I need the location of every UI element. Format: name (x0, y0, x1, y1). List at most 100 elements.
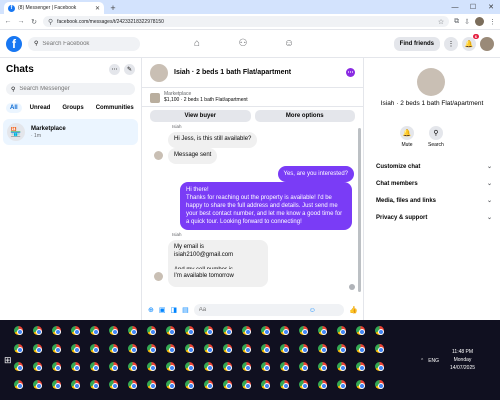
desktop-app-icon[interactable] (204, 344, 213, 353)
desktop-app-icon[interactable] (90, 344, 99, 353)
url-text[interactable]: facebook.com/messages/t/2423321832297815… (57, 19, 434, 25)
message-bubble-received[interactable]: Hi Jess, is this still available? (168, 132, 258, 148)
desktop-app-icon[interactable] (71, 362, 80, 371)
desktop-app-icon[interactable] (185, 380, 194, 389)
desktop-app-icon[interactable] (299, 326, 308, 335)
desktop-app-icon[interactable] (375, 362, 384, 371)
gif-icon[interactable]: ▤ (182, 306, 189, 314)
message-input-wrapper[interactable]: ☺ (193, 304, 345, 316)
desktop-app-icon[interactable] (375, 326, 384, 335)
desktop-app-icon[interactable] (318, 380, 327, 389)
desktop-app-icon[interactable] (52, 326, 61, 335)
messenger-search[interactable]: ⚲ (6, 83, 135, 95)
message-bubble-sent[interactable]: Yes, are you interested? (277, 166, 354, 183)
desktop-app-icon[interactable] (204, 326, 213, 335)
maximize-icon[interactable]: ☐ (464, 0, 482, 14)
plus-circle-icon[interactable]: ⊕ (148, 306, 154, 314)
desktop-app-icon[interactable] (318, 362, 327, 371)
bell-icon[interactable]: 🔔 (400, 126, 414, 140)
new-tab-button[interactable]: + (107, 2, 119, 14)
desktop-app-icon[interactable] (223, 362, 232, 371)
chat-members-row[interactable]: Chat members ⌄ (376, 175, 492, 192)
desktop-app-icon[interactable] (14, 380, 23, 389)
message-input[interactable] (198, 307, 309, 313)
desktop-app-icon[interactable] (280, 326, 289, 335)
desktop-app-icon[interactable] (71, 326, 80, 335)
account-avatar[interactable] (480, 36, 494, 51)
desktop-app-icon[interactable] (185, 362, 194, 371)
bookmark-star-icon[interactable]: ☆ (438, 18, 444, 26)
desktop-app-icon[interactable] (90, 362, 99, 371)
privacy-support-row[interactable]: Privacy & support ⌄ (376, 209, 492, 226)
desktop-app-icon[interactable] (242, 344, 251, 353)
desktop-app-icon[interactable] (356, 326, 365, 335)
download-icon[interactable]: ⇩ (464, 18, 470, 26)
chat-list-item[interactable]: 🏪 Marketplace · 1m (3, 119, 138, 145)
desktop-app-icon[interactable] (375, 344, 384, 353)
extensions-icon[interactable]: ⧉ (454, 18, 459, 26)
message-scrollbar[interactable] (358, 128, 361, 292)
desktop-app-icon[interactable] (337, 362, 346, 371)
chevron-up-icon[interactable]: ⌃ (420, 358, 424, 364)
facebook-search-input[interactable] (42, 40, 133, 47)
messenger-search-input[interactable] (19, 86, 120, 92)
search-icon[interactable]: ⚲ (428, 126, 443, 140)
windows-start-icon[interactable]: ⊞ (4, 355, 12, 366)
desktop-app-icon[interactable] (375, 380, 384, 389)
desktop-app-icon[interactable] (33, 326, 42, 335)
browser-menu-icon[interactable]: ⋮ (489, 18, 496, 26)
more-options-button[interactable]: More options (254, 110, 355, 122)
desktop-app-icon[interactable] (147, 380, 156, 389)
desktop-app-icon[interactable] (318, 344, 327, 353)
desktop-app-icon[interactable] (242, 380, 251, 389)
mute-action[interactable]: 🔔 Mute (400, 126, 414, 148)
language-indicator[interactable]: ENG (428, 358, 439, 364)
desktop-app-icon[interactable] (147, 344, 156, 353)
desktop-app-icon[interactable] (52, 380, 61, 389)
desktop-app-icon[interactable] (109, 344, 118, 353)
desktop-app-icon[interactable] (14, 344, 23, 353)
desktop-app-icon[interactable] (33, 380, 42, 389)
browser-tab[interactable]: f (8) Messenger | Facebook ✕ (4, 2, 104, 14)
desktop-app-icon[interactable] (166, 344, 175, 353)
desktop-app-icon[interactable] (128, 362, 137, 371)
filter-groups[interactable]: Groups (58, 103, 87, 113)
home-icon[interactable]: ⌂ (190, 38, 204, 49)
desktop-app-icon[interactable] (280, 344, 289, 353)
emoji-icon[interactable]: ☺ (309, 307, 316, 314)
desktop-app-icon[interactable] (14, 326, 23, 335)
desktop-app-icon[interactable] (204, 380, 213, 389)
clock[interactable]: 11:48 PM Monday 14/07/2025 (450, 348, 475, 372)
desktop-app-icon[interactable] (280, 380, 289, 389)
desktop-app-icon[interactable] (52, 344, 61, 353)
menu-grid-icon[interactable]: ⋮ (444, 36, 458, 51)
desktop-app-icon[interactable] (223, 380, 232, 389)
profile-avatar[interactable] (417, 68, 445, 96)
desktop-app-icon[interactable] (185, 344, 194, 353)
message-bubble-sent[interactable]: Hi there! Thanks for reaching out the pr… (180, 182, 352, 231)
filter-communities[interactable]: Communities (92, 103, 138, 113)
desktop-app-icon[interactable] (33, 362, 42, 371)
desktop-app-icon[interactable] (147, 326, 156, 335)
desktop-app-icon[interactable] (356, 380, 365, 389)
site-info-icon[interactable]: ⚲ (48, 18, 53, 26)
image-icon[interactable]: ▣ (159, 306, 166, 314)
media-files-row[interactable]: Media, files and links ⌄ (376, 192, 492, 209)
desktop-app-icon[interactable] (109, 362, 118, 371)
desktop-app-icon[interactable] (356, 362, 365, 371)
notifications-icon[interactable]: 🔔 6 (462, 33, 479, 51)
groups-icon[interactable]: ☺ (282, 38, 296, 49)
desktop-app-icon[interactable] (109, 326, 118, 335)
desktop-app-icon[interactable] (185, 326, 194, 335)
desktop-app-icon[interactable] (356, 344, 365, 353)
search-action[interactable]: ⚲ Search (428, 126, 444, 148)
thumbs-up-icon[interactable]: 👍 (349, 306, 358, 314)
facebook-logo-icon[interactable]: f (6, 35, 22, 52)
desktop-app-icon[interactable] (223, 344, 232, 353)
facebook-search[interactable]: ⚲ (28, 36, 140, 51)
desktop-app-icon[interactable] (299, 380, 308, 389)
desktop-app-icon[interactable] (204, 362, 213, 371)
close-window-icon[interactable]: ✕ (482, 0, 500, 14)
filter-all[interactable]: All (6, 103, 22, 113)
desktop-app-icon[interactable] (280, 362, 289, 371)
